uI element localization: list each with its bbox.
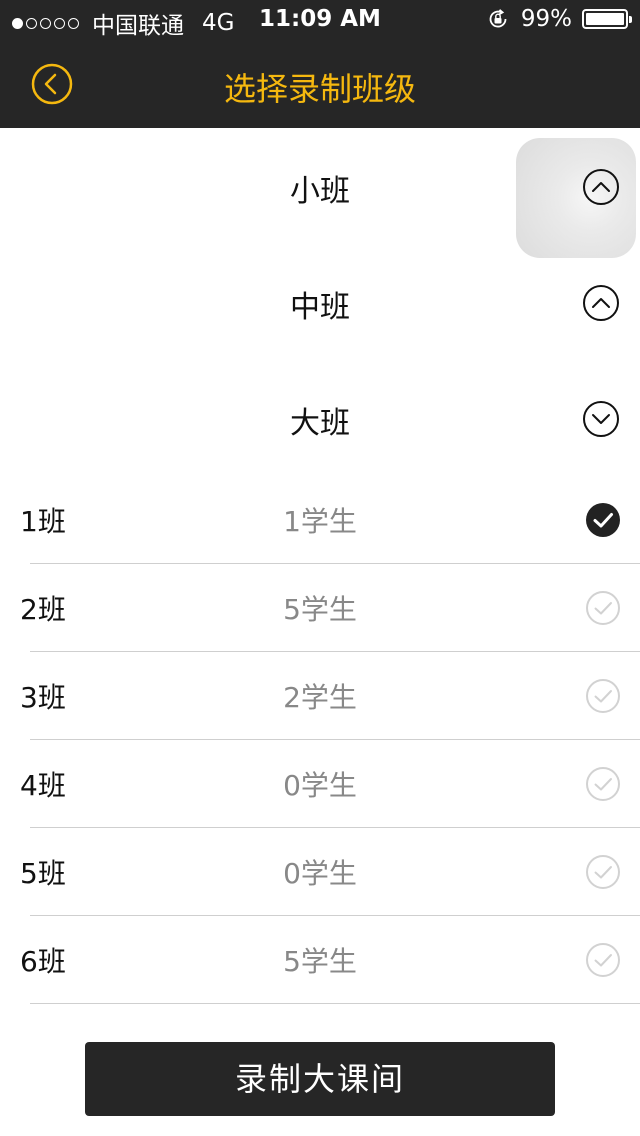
class-row[interactable]: 1班 1学生: [0, 476, 640, 564]
checkmark-unselected-icon[interactable]: [585, 678, 621, 714]
record-button[interactable]: 录制大课间: [85, 1042, 555, 1116]
class-row[interactable]: 5班 0学生: [0, 828, 640, 916]
chevron-up-circle-icon[interactable]: [582, 168, 620, 206]
group-label: 中班: [290, 290, 350, 325]
group-row-small[interactable]: 小班: [0, 128, 640, 244]
checkmark-unselected-icon[interactable]: [585, 942, 621, 978]
class-row[interactable]: 4班 0学生: [0, 740, 640, 828]
group-row-middle[interactable]: 中班: [0, 244, 640, 360]
student-count: 5学生: [283, 593, 357, 626]
class-row[interactable]: 6班 5学生: [0, 916, 640, 1004]
group-row-large[interactable]: 大班: [0, 360, 640, 476]
student-count: 0学生: [283, 769, 357, 802]
battery-percent: 99%: [520, 6, 572, 32]
checkmark-unselected-icon[interactable]: [585, 590, 621, 626]
status-right: 99%: [487, 6, 632, 32]
group-label: 大班: [290, 406, 350, 441]
rotation-lock-icon: [489, 9, 507, 28]
nav-bar: 选择录制班级: [0, 40, 640, 128]
class-row[interactable]: 2班 5学生: [0, 564, 640, 652]
chevron-down-circle-icon[interactable]: [582, 400, 620, 438]
chevron-up-circle-icon[interactable]: [582, 284, 620, 322]
class-row[interactable]: 3班 2学生: [0, 652, 640, 740]
student-count: 2学生: [283, 681, 357, 714]
student-count: 1学生: [283, 505, 357, 538]
student-count: 5学生: [283, 945, 357, 978]
page-title: 选择录制班级: [223, 70, 416, 108]
battery-tip: [629, 16, 632, 23]
battery-icon: [582, 9, 632, 29]
battery-fill: [586, 13, 624, 25]
checkmark-unselected-icon[interactable]: [585, 766, 621, 802]
group-label: 小班: [290, 174, 350, 209]
checkmark-selected-icon[interactable]: [585, 502, 621, 538]
status-bar: 中国联通 4G 11:09 AM 99%: [0, 0, 640, 40]
row-divider: [30, 1003, 640, 1004]
checkmark-unselected-icon[interactable]: [585, 854, 621, 890]
student-count: 0学生: [283, 857, 357, 890]
